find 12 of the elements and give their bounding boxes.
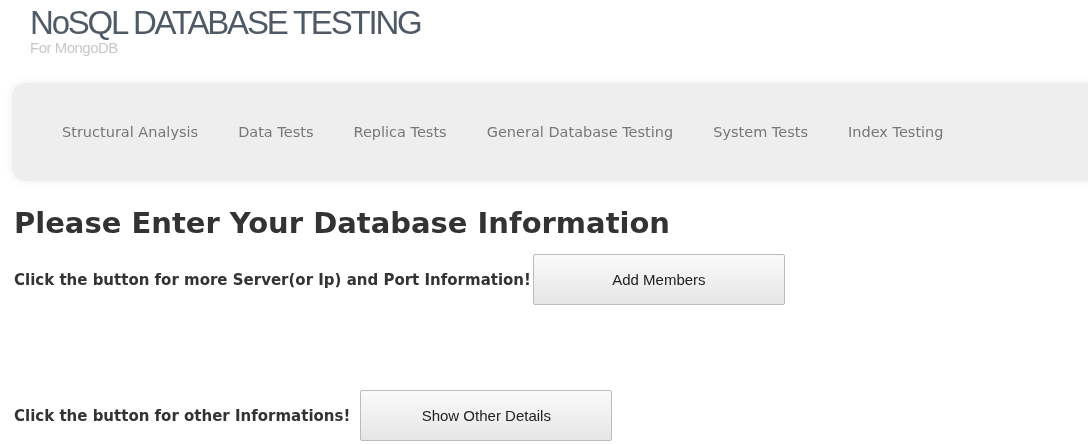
page-heading: Please Enter Your Database Information (14, 205, 671, 241)
instruction-text: Click the button for other Informations! (14, 406, 351, 425)
nav-link[interactable]: General Database Testing (486, 124, 674, 140)
nav-link[interactable]: Replica Tests (353, 124, 447, 140)
action-button[interactable]: Add Members (532, 254, 785, 305)
instruction-text: Click the button for more Server(or Ip) and Port Information! (14, 270, 531, 289)
site-title: NoSQL DATABASE TESTING (30, 4, 422, 42)
nav-link[interactable]: Index Testing (848, 124, 944, 140)
action-button[interactable]: Show Other Details (360, 390, 613, 441)
nav-link[interactable]: System Tests (713, 124, 808, 140)
nav-link[interactable]: Structural Analysis (62, 124, 199, 140)
nav-link[interactable]: Data Tests (238, 124, 314, 140)
